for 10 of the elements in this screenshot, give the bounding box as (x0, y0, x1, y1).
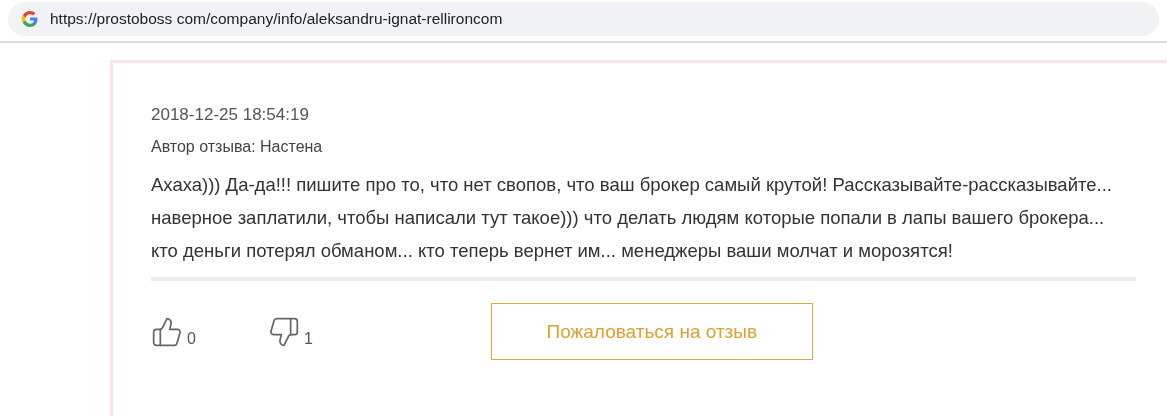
url-text: https://prostoboss com/company/info/aleksandru-ignat-rellironcom (50, 9, 503, 28)
like-button[interactable]: 0 (151, 315, 196, 348)
thumbs-down-icon (267, 315, 300, 348)
thumbs-up-icon (151, 315, 183, 348)
review-text: Ахаха))) Да-да!!! пишите про то, что нет свопов, что ваш брокер самый крутой! Рассказывайте-рассказывайте... наверное заплатили, чтобы написали тут такое))) что делать людям которые попали в лапы вашего брокера... кто деньги потерял обманом... кто теперь вернет им... менеджеры ваши молчат и морозятся! (151, 173, 1113, 263)
review-date: 2018-12-25 18:54:19 (151, 105, 310, 125)
review-author: Автор отзыва: Настена (151, 138, 324, 156)
dislike-button[interactable]: 1 (267, 315, 313, 348)
address-bar[interactable]: https://prostoboss com/company/info/aleksandru-ignat-rellironcom (8, 1, 1159, 36)
google-logo-icon (22, 10, 38, 27)
